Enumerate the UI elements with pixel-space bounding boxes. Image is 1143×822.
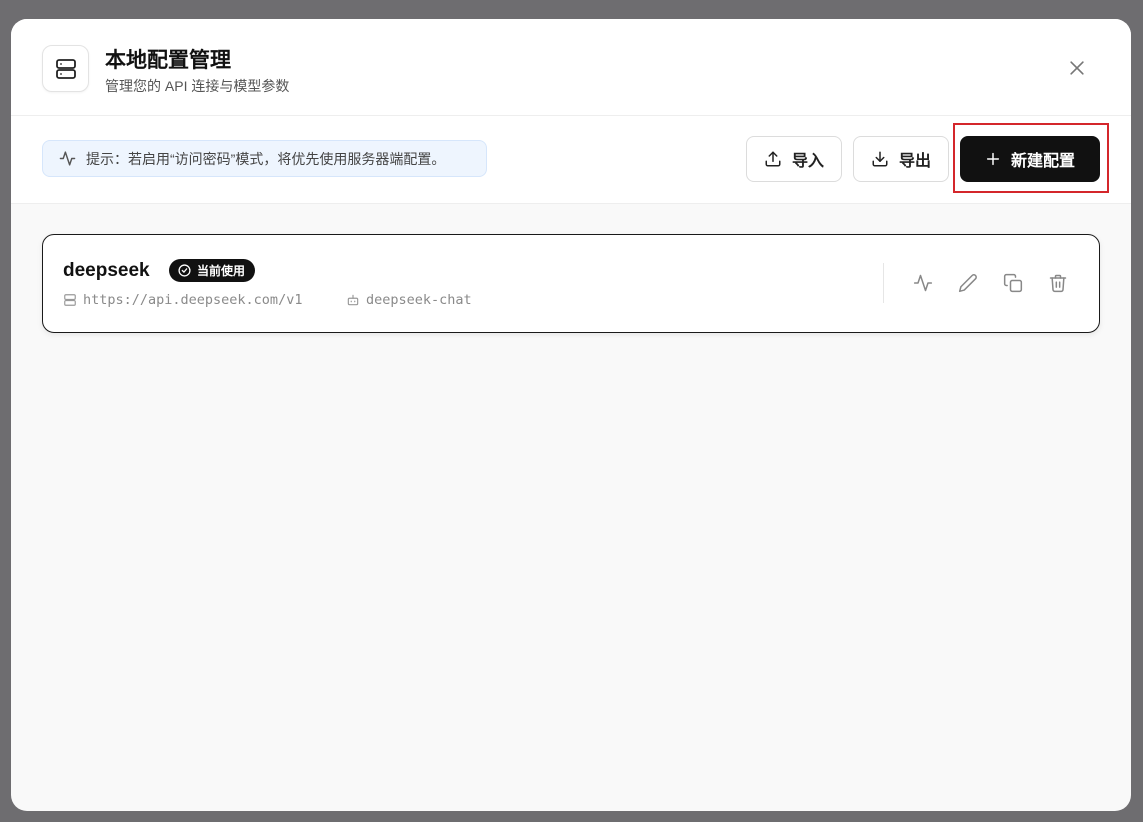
close-icon[interactable] (1065, 56, 1089, 80)
dialog-title: 本地配置管理 (105, 49, 231, 72)
hint-banner: 提示：若启用“访问密码”模式，将优先使用服务器端配置。 (42, 140, 487, 177)
config-url-text: https://api.deepseek.com/v1 (83, 292, 303, 308)
status-badge: 当前使用 (169, 259, 256, 282)
copy-icon[interactable] (1001, 271, 1025, 295)
config-card[interactable]: deepseek 当前使用 https://api.deepseek.com/v… (42, 234, 1100, 333)
divider (883, 263, 884, 303)
toolbar: 提示：若启用“访问密码”模式，将优先使用服务器端配置。 导入 导出 新建配置 (11, 116, 1131, 204)
import-button[interactable]: 导入 (746, 136, 842, 182)
server-icon (64, 294, 76, 306)
import-label: 导入 (791, 153, 824, 170)
export-button[interactable]: 导出 (853, 136, 949, 182)
edit-icon[interactable] (956, 271, 980, 295)
trash-icon[interactable] (1046, 271, 1070, 295)
plus-icon (986, 152, 1000, 166)
config-model: deepseek-chat (346, 292, 472, 308)
config-manager-dialog: 本地配置管理 管理您的 API 连接与模型参数 提示：若启用“访问密码”模式，将… (11, 19, 1131, 811)
activity-icon[interactable] (911, 271, 935, 295)
new-config-label: 新建配置 (1010, 153, 1075, 170)
download-icon (872, 151, 888, 167)
upload-icon (765, 151, 781, 167)
bot-icon (347, 294, 359, 306)
activity-icon (59, 151, 76, 166)
check-circle-icon (178, 264, 191, 277)
dialog-subtitle: 管理您的 API 连接与模型参数 (105, 78, 290, 94)
config-name: deepseek (63, 260, 150, 281)
new-config-button[interactable]: 新建配置 (960, 136, 1100, 182)
config-model-text: deepseek-chat (366, 292, 472, 308)
server-icon (42, 45, 89, 92)
hint-text: 提示：若启用“访问密码”模式，将优先使用服务器端配置。 (86, 150, 446, 167)
config-url: https://api.deepseek.com/v1 (63, 292, 302, 308)
status-badge-label: 当前使用 (197, 264, 246, 278)
dialog-header: 本地配置管理 管理您的 API 连接与模型参数 (11, 19, 1131, 116)
export-label: 导出 (898, 153, 931, 170)
